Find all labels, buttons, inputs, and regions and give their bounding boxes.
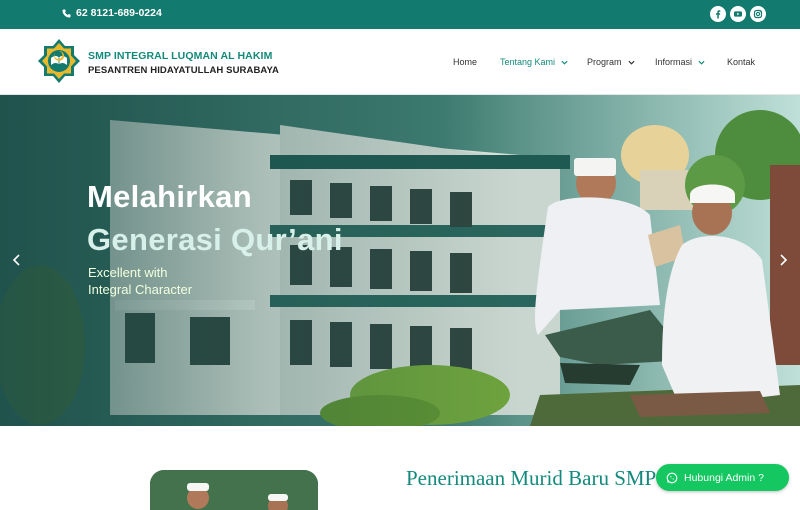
nav-item-label: Informasi: [655, 57, 693, 67]
chevron-down-icon: [698, 60, 705, 65]
nav-item-informasi[interactable]: Informasi: [655, 57, 705, 67]
nav-item-label: Kontak: [727, 57, 756, 67]
phone-number: 62 8121-689-0224: [76, 7, 162, 19]
phone-icon: [62, 8, 71, 18]
hero-tagline-line2: Integral Character: [88, 282, 193, 297]
hero-background-image: [0, 95, 800, 426]
facebook-icon: [716, 10, 721, 19]
whatsapp-icon: [666, 472, 678, 483]
nav-item-program[interactable]: Program: [587, 57, 635, 67]
site-header: SMP INTEGRAL LUQMAN AL HAKIM PESANTREN H…: [0, 29, 800, 95]
hero-title-line2: Generasi Qur’ani: [87, 222, 343, 257]
chevron-down-icon: [561, 60, 568, 65]
nav-item-home[interactable]: Home: [453, 57, 477, 67]
nav-item-label: Home: [453, 57, 478, 67]
students-photo: [150, 470, 318, 510]
nav-item-label: Program: [587, 57, 622, 67]
instagram-link[interactable]: [750, 6, 766, 22]
top-bar: 62 8121-689-0224: [0, 0, 800, 29]
hero-title-line1: Melahirkan: [87, 179, 252, 214]
chevron-down-icon: [627, 60, 635, 65]
nav-item-kontak[interactable]: Kontak: [727, 57, 755, 67]
youtube-link[interactable]: [730, 6, 746, 22]
facebook-link[interactable]: [710, 6, 726, 22]
whatsapp-button-label: Hubungi Admin ?: [684, 471, 764, 484]
phone-contact[interactable]: 62 8121-689-0224: [62, 7, 162, 19]
hero-slider: Melahirkan Generasi Qur’ani Excellent wi…: [0, 95, 800, 426]
whatsapp-contact-button[interactable]: Hubungi Admin ?: [656, 464, 789, 491]
youtube-icon: [734, 11, 742, 17]
chevron-right-icon[interactable]: [776, 253, 790, 267]
nav-item-tentang-kami[interactable]: Tentang Kami: [500, 57, 568, 67]
social-links: [710, 6, 766, 22]
section-title: Penerimaan Murid Baru SMP: [406, 466, 657, 490]
nav-item-label: Tentang Kami: [500, 57, 556, 67]
hero-tagline-line1: Excellent with: [88, 265, 168, 280]
chevron-left-icon[interactable]: [10, 253, 24, 267]
instagram-icon: [753, 9, 763, 19]
students-photo-image: [150, 470, 318, 510]
main-nav: Home Tentang Kami Program Informasi Kont…: [0, 57, 800, 71]
